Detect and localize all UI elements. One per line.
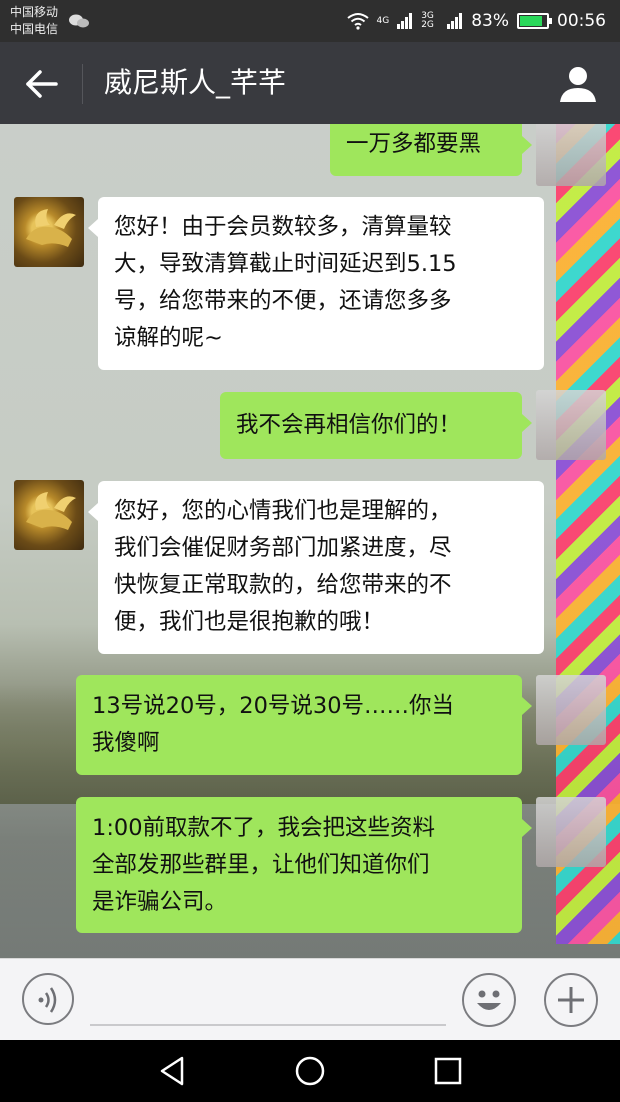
carrier-2: 中国电信 (10, 22, 59, 36)
nav-home-icon[interactable] (294, 1055, 326, 1087)
chat-title: 威尼斯人_芊芊 (104, 66, 287, 99)
message-text: 您好！由于会员数较多，清算量较 大，导致清算截止时间延迟到5.15 号，给您带来… (114, 209, 534, 357)
lion-logo-icon (26, 209, 76, 247)
message-input[interactable] (90, 1024, 446, 1026)
message-line: 谅解的呢~ (114, 325, 223, 351)
message-text: 我不会再相信你们的！ (236, 412, 462, 438)
message-line: 快恢复正常取款的，给您带来的不 (114, 572, 452, 598)
wechat-notification-icon (69, 14, 89, 28)
voice-input-icon[interactable] (22, 973, 74, 1025)
wifi-icon (346, 13, 369, 30)
network-label-1: 4G (376, 15, 390, 26)
contact-avatar[interactable] (14, 480, 84, 550)
message-line: 全部发那些群里，让他们知道你们 (92, 852, 430, 878)
message-line: 是诈骗公司。 (92, 889, 228, 915)
signal-icon-1 (397, 13, 413, 29)
nav-recent-apps-icon[interactable] (434, 1057, 462, 1085)
message-line: 大，导致清算截止时间延迟到5.15 (114, 251, 457, 277)
message-line: 您好，您的心情我们也是理解的， (114, 498, 452, 524)
input-bar (0, 958, 620, 1041)
clock: 00:56 (557, 11, 606, 31)
message-text: 您好，您的心情我们也是理解的， 我们会催促财务部门加紧进度，尽 快恢复正常取款的… (114, 493, 534, 641)
battery-percent: 83% (471, 11, 509, 31)
status-indicators: 4G 3G 2G 83% 00:56 (346, 8, 606, 34)
carrier-1: 中国移动 (10, 5, 59, 19)
battery-icon (517, 13, 552, 29)
message-line: 13号说20号，20号说30号……你当 (92, 693, 455, 719)
plus-sign-icon (558, 987, 584, 1013)
outgoing-message[interactable]: 13号说20号，20号说30号……你当 我傻啊 (76, 675, 532, 775)
header-divider (82, 64, 83, 104)
outgoing-message[interactable]: 1:00前取款不了，我会把这些资料 全部发那些群里，让他们知道你们 是诈骗公司。 (76, 797, 532, 933)
system-nav-bar (0, 1040, 620, 1102)
lion-logo-icon (26, 492, 76, 530)
message-line: 我傻啊 (92, 730, 160, 756)
message-line: 1:00前取款不了，我会把这些资料 (92, 815, 436, 841)
chat-area[interactable]: 一万多都要黑 您好！由于会员数较多，清算量较 大，导致清算截止时间延迟到5.15… (0, 124, 620, 958)
carrier-info: 中国移动 中国电信 (10, 4, 58, 38)
emoji-icon[interactable] (462, 973, 516, 1027)
signal-icon-2 (447, 13, 463, 29)
my-avatar[interactable] (536, 390, 606, 460)
incoming-message[interactable]: 您好！由于会员数较多，清算量较 大，导致清算截止时间延迟到5.15 号，给您带来… (88, 197, 544, 370)
incoming-message[interactable]: 您好，您的心情我们也是理解的， 我们会催促财务部门加紧进度，尽 快恢复正常取款的… (88, 481, 544, 654)
person-icon[interactable] (558, 64, 598, 104)
my-avatar[interactable] (536, 675, 606, 745)
outgoing-message[interactable]: 一万多都要黑 (330, 124, 532, 176)
message-line: 便，我们也是很抱歉的哦！ (114, 609, 385, 635)
message-line: 号，给您带来的不便，还请您多多 (114, 288, 452, 314)
plus-icon[interactable] (544, 973, 598, 1027)
status-bar: 中国移动 中国电信 4G 3G 2G 83% 00:56 (0, 0, 620, 42)
chat-header: 威尼斯人_芊芊 (0, 42, 620, 124)
message-line: 您好！由于会员数较多，清算量较 (114, 214, 452, 240)
nav-back-icon[interactable] (158, 1055, 188, 1087)
outgoing-message[interactable]: 我不会再相信你们的！ (220, 392, 532, 459)
message-text: 13号说20号，20号说30号……你当 我傻啊 (92, 688, 512, 762)
network-label-2: 3G 2G (421, 11, 434, 30)
contact-avatar[interactable] (14, 197, 84, 267)
my-avatar[interactable] (536, 124, 606, 186)
my-avatar[interactable] (536, 797, 606, 867)
message-line: 我们会催促财务部门加紧进度，尽 (114, 535, 452, 561)
message-text: 1:00前取款不了，我会把这些资料 全部发那些群里，让他们知道你们 是诈骗公司。 (92, 810, 512, 921)
message-text: 一万多都要黑 (346, 131, 482, 157)
smiley-face-icon (477, 990, 501, 1010)
back-arrow-icon[interactable] (22, 66, 62, 102)
voice-wave-icon (38, 987, 57, 1013)
